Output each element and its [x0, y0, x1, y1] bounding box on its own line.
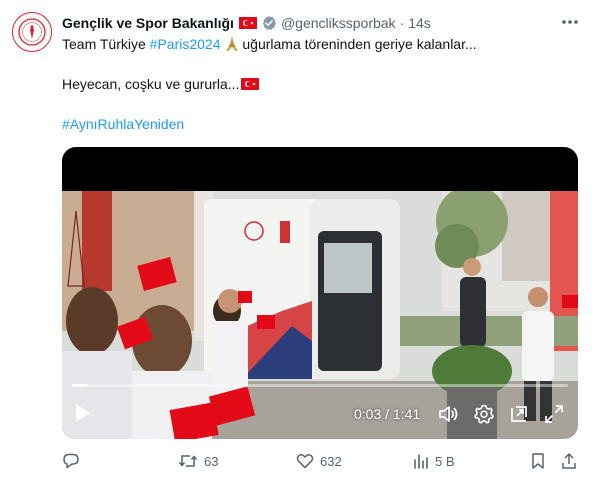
author-avatar[interactable]: [12, 12, 52, 52]
turkey-flag-icon: [238, 17, 257, 29]
separator-dot: ·: [399, 15, 405, 31]
ministry-logo-icon: [18, 18, 46, 46]
heart-icon: [296, 454, 314, 469]
video-timecode: 0:03 / 1:41: [354, 406, 421, 422]
author-name[interactable]: Gençlik ve Spor Bakanlığı: [62, 15, 234, 31]
eiffel-tower-emoji-icon: [225, 35, 239, 51]
verified-badge-icon: [262, 15, 276, 30]
turkey-flag-emoji-icon: [241, 76, 260, 90]
retweet-count: 63: [204, 453, 219, 469]
video-progress-bar[interactable]: [72, 384, 568, 387]
retweet-icon: [178, 455, 198, 467]
author-handle[interactable]: @genclikssporbak: [281, 15, 396, 31]
pip-button[interactable]: [508, 403, 530, 425]
more-horizontal-icon: [562, 20, 578, 24]
hashtag-paris2024[interactable]: #Paris2024: [150, 36, 221, 52]
fullscreen-button[interactable]: [543, 403, 565, 425]
reply-button[interactable]: [62, 450, 80, 472]
volume-icon: [439, 406, 458, 422]
tweet-text-suffix: uğurlama töreninden geriye kalanlar...: [238, 36, 477, 52]
tweet-text-body: Heyecan, coşku ve gururla...: [62, 76, 240, 92]
bookmark-button[interactable]: [530, 450, 546, 472]
settings-button[interactable]: [473, 403, 495, 425]
video-progress-fill: [72, 384, 87, 387]
tweet-text-line-2: Heyecan, coşku ve gururla...: [62, 75, 260, 93]
video-controls: 0:03 / 1:41: [62, 147, 578, 439]
picture-in-picture-icon: [511, 406, 527, 422]
like-button[interactable]: 632: [296, 450, 342, 472]
volume-button[interactable]: [437, 403, 459, 425]
play-button[interactable]: [74, 402, 92, 424]
tweet-header: Gençlik ve Spor Bakanlığı @genclikssporb…: [62, 13, 431, 33]
share-icon: [562, 453, 576, 469]
like-count: 632: [320, 453, 342, 469]
retweet-button[interactable]: 63: [178, 450, 218, 472]
share-button[interactable]: [560, 450, 578, 472]
reply-icon: [63, 453, 79, 469]
views-count: 5 B: [435, 453, 455, 469]
fullscreen-icon: [545, 405, 563, 423]
video-player[interactable]: 0:03 / 1:41: [62, 147, 578, 439]
more-options-button[interactable]: [558, 12, 582, 32]
gear-icon: [474, 404, 494, 424]
tweet-text-line-3: #AynıRuhlaYeniden: [62, 115, 184, 133]
views-button[interactable]: 5 B: [413, 450, 455, 472]
views-chart-icon: [414, 454, 428, 469]
tweet-text-line-1: Team Türkiye #Paris2024 uğurlama törenin…: [62, 35, 477, 53]
tweet-timestamp[interactable]: 14s: [408, 15, 431, 31]
tweet[interactable]: Gençlik ve Spor Bakanlığı @genclikssporb…: [0, 0, 594, 480]
tweet-action-bar: 63 632 5 B: [0, 450, 594, 472]
tweet-text-prefix: Team Türkiye: [62, 36, 150, 52]
play-icon: [76, 404, 90, 422]
hashtag-aynirulayeniden[interactable]: #AynıRuhlaYeniden: [62, 116, 184, 132]
bookmark-icon: [532, 453, 544, 469]
